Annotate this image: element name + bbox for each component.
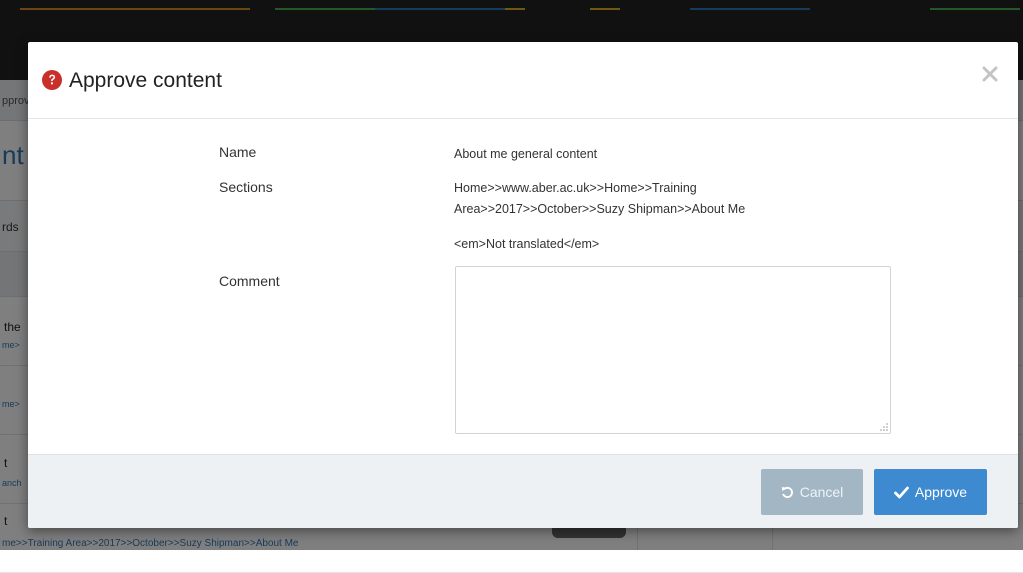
- sections-value-line2: Area>>2017>>October>>Suzy Shipman>>About…: [454, 202, 746, 216]
- sections-label: Sections: [219, 179, 273, 195]
- comment-label: Comment: [219, 273, 280, 289]
- name-value: About me general content: [454, 147, 598, 161]
- cancel-button[interactable]: Cancel: [761, 469, 863, 515]
- name-label: Name: [219, 144, 257, 160]
- check-icon: [894, 486, 909, 498]
- cancel-button-label: Cancel: [799, 484, 844, 500]
- approve-button-label: Approve: [914, 484, 968, 500]
- dialog-header: Approve content: [28, 42, 1018, 119]
- translation-note: <em>Not translated</em>: [454, 237, 600, 251]
- dialog-title: Approve content: [69, 69, 222, 92]
- approve-button[interactable]: Approve: [874, 469, 987, 515]
- comment-textarea[interactable]: [455, 266, 891, 434]
- sections-value-line1: Home>>www.aber.ac.uk>>Home>>Training: [454, 181, 697, 195]
- dialog-footer: Cancel Approve: [28, 454, 1018, 528]
- undo-icon: [781, 486, 793, 498]
- approve-content-dialog: Approve content Name About me general co…: [28, 42, 1018, 528]
- close-icon[interactable]: [980, 64, 1000, 84]
- question-circle-icon: [42, 70, 62, 90]
- resize-grip-icon[interactable]: [880, 423, 888, 431]
